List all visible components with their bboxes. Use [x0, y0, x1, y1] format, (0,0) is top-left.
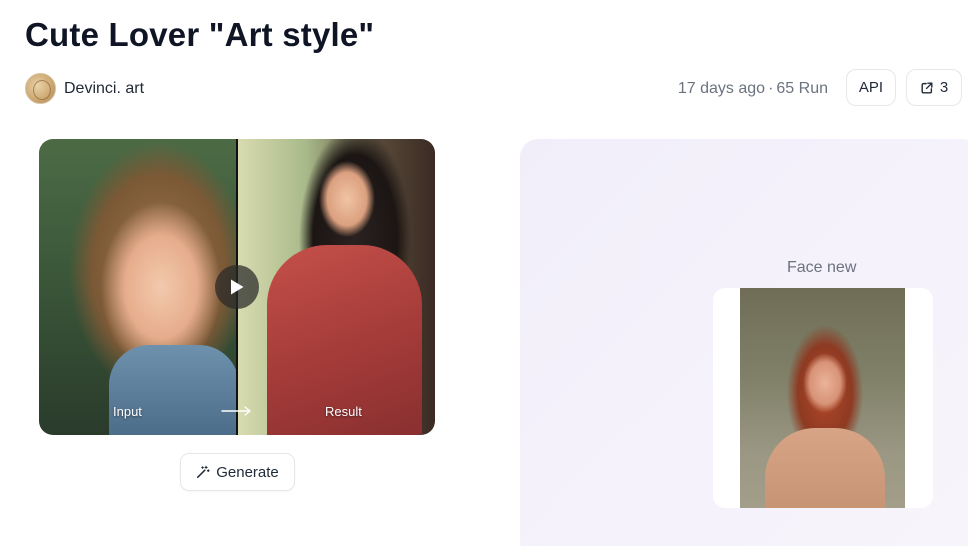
face-image[interactable] — [740, 288, 905, 508]
input-label: Input — [113, 404, 142, 419]
time-ago: 17 days ago — [677, 80, 766, 97]
share-button[interactable]: 3 — [906, 69, 962, 106]
preview-comparison[interactable]: Input Result — [39, 139, 435, 435]
avatar[interactable] — [25, 73, 56, 104]
play-icon — [231, 279, 244, 295]
meta-info: 17 days ago · 65 Run — [678, 80, 828, 98]
arrow-right-icon — [221, 406, 251, 416]
meta-separator: · — [768, 80, 774, 97]
page-title: Cute Lover "Art style" — [25, 16, 375, 53]
input-image — [39, 139, 239, 435]
run-count: 65 Run — [776, 80, 828, 97]
result-label: Result — [325, 404, 362, 419]
generate-label: Generate — [216, 463, 279, 481]
result-image — [237, 139, 435, 435]
page: Cute Lover "Art style" Devinci. art 17 d… — [0, 0, 968, 546]
generate-button[interactable]: Generate — [180, 453, 295, 491]
api-button[interactable]: API — [846, 69, 896, 106]
share-icon — [921, 81, 933, 94]
face-label: Face new — [787, 259, 857, 276]
play-button[interactable] — [215, 265, 259, 309]
author[interactable]: Devinci. art — [25, 73, 144, 104]
share-count: 3 — [939, 79, 949, 96]
api-button-label: API — [858, 79, 884, 96]
author-name[interactable]: Devinci. art — [64, 80, 144, 98]
magic-wand-icon — [197, 465, 210, 479]
